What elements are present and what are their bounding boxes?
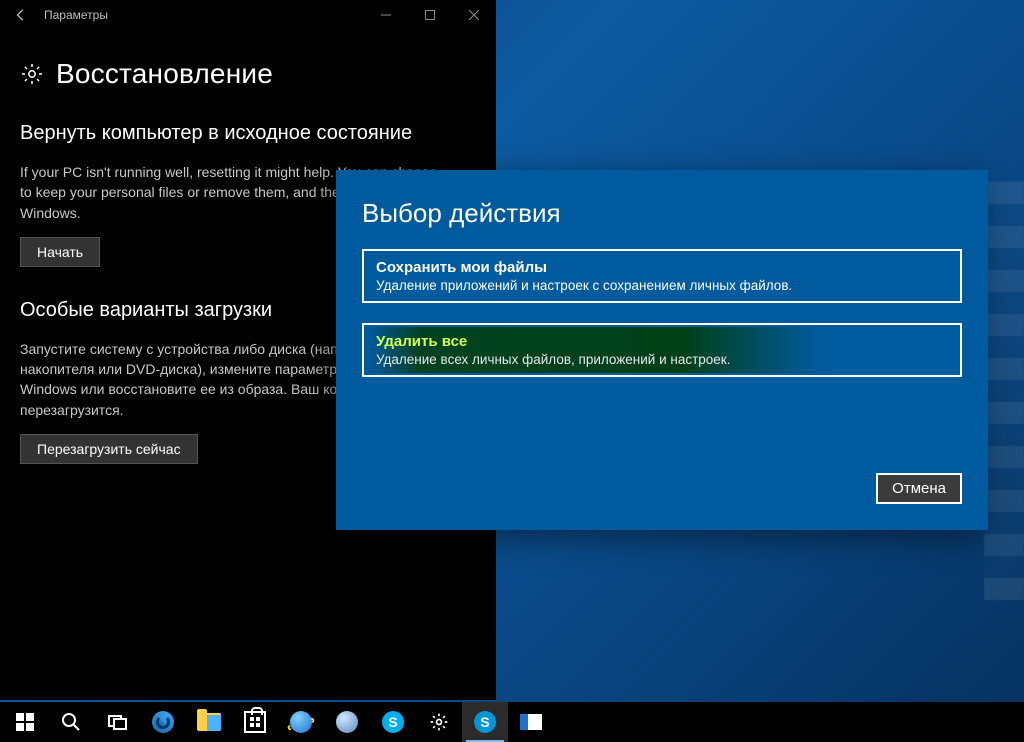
reset-choice-dialog: Выбор действия Сохранить мои файлы Удале… <box>336 170 988 530</box>
minimize-button[interactable] <box>364 0 408 30</box>
ie-icon <box>290 711 312 733</box>
close-button[interactable] <box>452 0 496 30</box>
search-icon <box>59 710 83 734</box>
cancel-button[interactable]: Отмена <box>876 473 962 504</box>
option-keep-files-title: Сохранить мои файлы <box>376 259 948 276</box>
globe-icon <box>336 711 358 733</box>
app-icon <box>520 714 542 730</box>
reset-heading: Вернуть компьютер в исходное состояние <box>20 120 476 146</box>
page-title: Восстановление <box>56 58 273 90</box>
maximize-button[interactable] <box>408 0 452 30</box>
skype-button[interactable]: S <box>370 702 416 742</box>
option-keep-files[interactable]: Сохранить мои файлы Удаление приложений … <box>362 249 962 303</box>
option-remove-everything[interactable]: Удалить все Удаление всех личных файлов,… <box>362 323 962 377</box>
back-button[interactable] <box>6 0 36 30</box>
globe-app-button[interactable] <box>324 702 370 742</box>
store-button[interactable] <box>232 702 278 742</box>
window-title: Параметры <box>44 8 108 22</box>
option-remove-title: Удалить все <box>376 333 948 350</box>
edge-icon <box>152 711 174 733</box>
internet-explorer-button[interactable] <box>278 702 324 742</box>
edge-button[interactable] <box>140 702 186 742</box>
option-remove-desc: Удаление всех личных файлов, приложений … <box>376 352 948 367</box>
titlebar: Параметры <box>0 0 496 30</box>
dialog-title: Выбор действия <box>362 198 962 229</box>
settings-taskbar-button[interactable] <box>416 702 462 742</box>
start-button[interactable] <box>2 702 48 742</box>
skype-preview-icon: S <box>474 711 496 733</box>
reset-start-button[interactable]: Начать <box>20 237 100 267</box>
taskbar: S S <box>0 702 1024 742</box>
window-controls <box>364 0 496 30</box>
task-view-icon <box>105 710 129 734</box>
option-keep-files-desc: Удаление приложений и настроек с сохране… <box>376 278 948 293</box>
skype-icon: S <box>382 711 404 733</box>
gear-icon <box>429 712 449 732</box>
task-view-button[interactable] <box>94 702 140 742</box>
generic-app-button[interactable] <box>508 702 554 742</box>
page-header: Восстановление <box>20 58 476 90</box>
file-explorer-button[interactable] <box>186 702 232 742</box>
search-button[interactable] <box>48 702 94 742</box>
gear-icon <box>20 62 44 86</box>
restart-now-button[interactable]: Перезагрузить сейчас <box>20 434 198 464</box>
skype-preview-button[interactable]: S <box>462 702 508 742</box>
wallpaper-accent <box>984 180 1024 600</box>
store-icon <box>244 711 266 733</box>
folder-icon <box>197 713 221 731</box>
windows-icon <box>13 710 37 734</box>
